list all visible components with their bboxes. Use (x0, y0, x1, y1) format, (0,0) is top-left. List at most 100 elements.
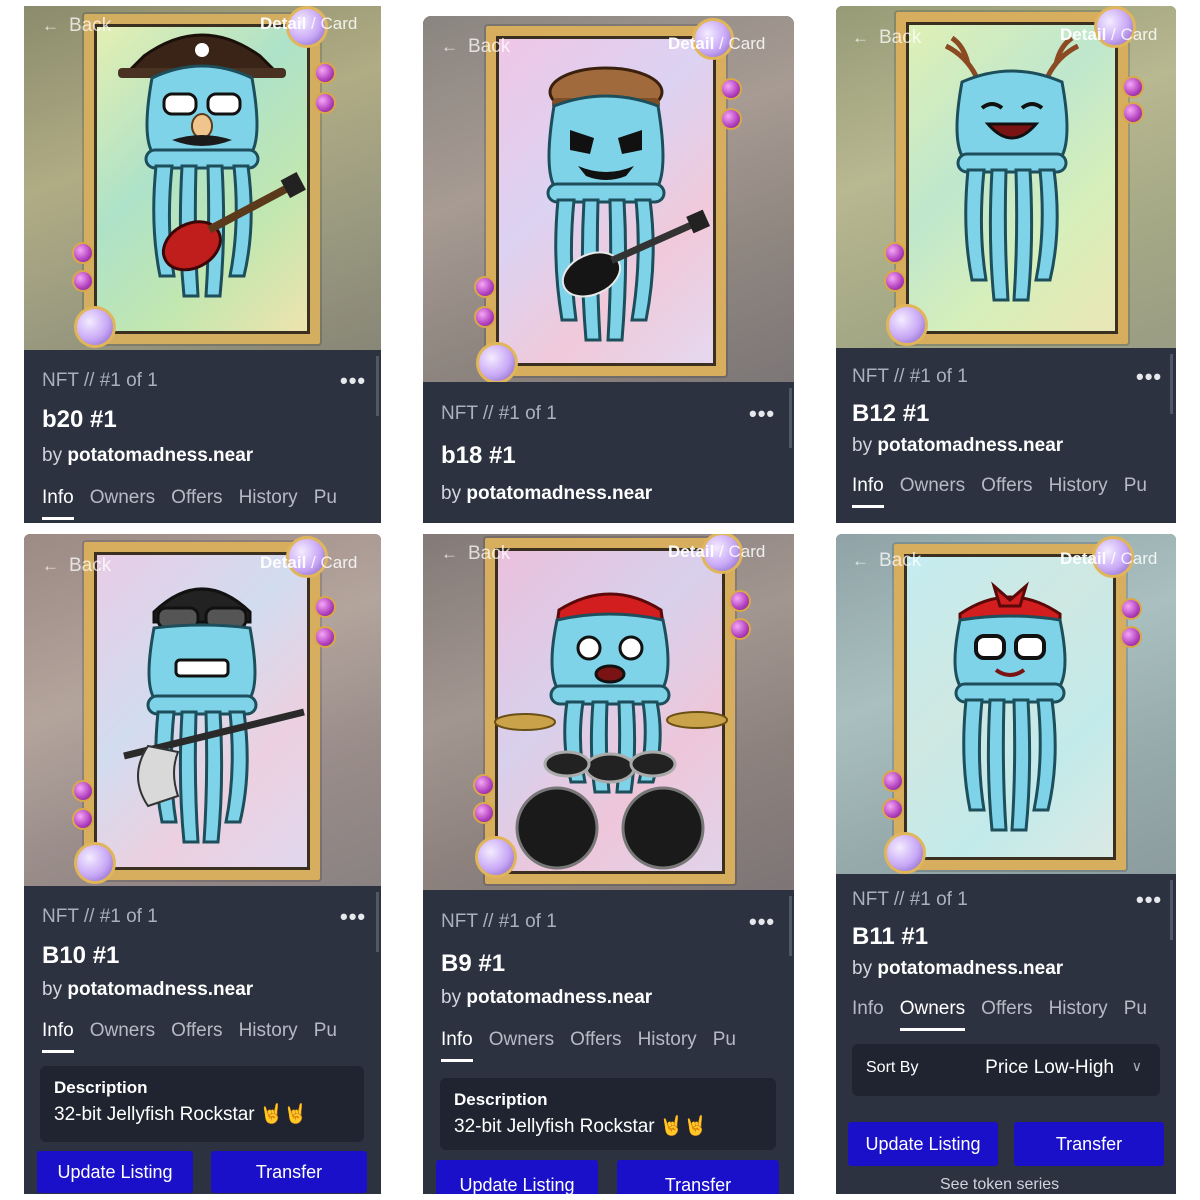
detail-card-toggle[interactable]: Detail / Card (668, 34, 765, 54)
card-option[interactable]: Card (1121, 549, 1158, 568)
tab-history[interactable]: History (1049, 998, 1108, 1031)
tab-owners[interactable]: Owners (90, 487, 155, 520)
tab-bar: Info Owners Offers History Pu (852, 998, 1147, 1031)
creator-link[interactable]: potatomadness.near (877, 958, 1063, 979)
card-option[interactable]: Card (1121, 25, 1158, 44)
detail-option[interactable]: Detail (668, 542, 714, 561)
tab-history[interactable]: History (638, 1029, 697, 1062)
scrollbar[interactable] (789, 388, 792, 448)
creator-link[interactable]: potatomadness.near (466, 987, 652, 1008)
nft-card-art (474, 18, 742, 384)
nft-info-section: NFT // #1 of 1 ••• B11 #1 by potatomadne… (836, 874, 1176, 1194)
nft-title: B11 #1 (852, 923, 929, 950)
tab-publication[interactable]: Pu (1124, 475, 1147, 508)
detail-card-toggle[interactable]: Detail / Card (260, 553, 357, 573)
detail-card-toggle[interactable]: Detail / Card (1060, 549, 1157, 569)
tab-offers[interactable]: Offers (171, 487, 222, 520)
more-options-icon[interactable]: ••• (1136, 887, 1162, 913)
nft-title: B10 #1 (42, 942, 120, 969)
tab-info[interactable]: Info (42, 1020, 74, 1053)
detail-option[interactable]: Detail (668, 34, 714, 53)
card-option[interactable]: Card (321, 553, 358, 572)
update-listing-button[interactable]: Update Listing (848, 1122, 998, 1166)
tab-offers[interactable]: Offers (981, 998, 1032, 1031)
nft-info-section: NFT // #1 of 1 ••• B10 #1 by potatomadne… (24, 886, 381, 1194)
tab-owners[interactable]: Owners (899, 998, 966, 1031)
see-token-series-link[interactable]: See token series (940, 1176, 1059, 1194)
nft-title: b18 #1 (441, 442, 516, 469)
arrow-left-icon: ← (852, 28, 869, 47)
back-button[interactable]: ← Back (852, 550, 921, 572)
tab-history[interactable]: History (239, 1020, 298, 1053)
detail-card-toggle[interactable]: Detail / Card (668, 542, 765, 562)
tab-publication[interactable]: Pu (1124, 998, 1147, 1031)
creator-link[interactable]: potatomadness.near (466, 483, 652, 504)
tab-offers[interactable]: Offers (981, 475, 1032, 508)
more-options-icon[interactable]: ••• (340, 904, 366, 930)
transfer-button[interactable]: Transfer (617, 1160, 779, 1194)
tab-bar: Info Owners Offers History Pu (852, 475, 1147, 508)
update-listing-button[interactable]: Update Listing (436, 1160, 598, 1194)
card-option[interactable]: Card (321, 14, 358, 33)
tab-offers[interactable]: Offers (570, 1029, 621, 1062)
creator-link[interactable]: potatomadness.near (67, 979, 253, 1000)
detail-option[interactable]: Detail (1060, 549, 1106, 568)
more-options-icon[interactable]: ••• (1136, 364, 1162, 390)
detail-option[interactable]: Detail (260, 553, 306, 572)
back-button[interactable]: ← Back (441, 543, 510, 565)
tab-info[interactable]: Info (42, 487, 74, 520)
creator-link[interactable]: potatomadness.near (877, 435, 1063, 456)
scrollbar[interactable] (1170, 354, 1173, 414)
sort-by-dropdown[interactable]: Sort By Price Low-High ∨ (852, 1044, 1160, 1096)
creator-link[interactable]: potatomadness.near (67, 445, 253, 466)
card-option[interactable]: Card (729, 34, 766, 53)
tab-info[interactable]: Info (441, 1029, 473, 1062)
tab-history[interactable]: History (1049, 475, 1108, 508)
detail-card-toggle[interactable]: Detail / Card (260, 14, 357, 34)
more-options-icon[interactable]: ••• (749, 401, 775, 427)
tab-info[interactable]: Info (852, 998, 884, 1031)
card-option[interactable]: Card (729, 542, 766, 561)
tab-info[interactable]: Info (852, 475, 884, 508)
nft-panel-b10: ← Back Detail / Card NFT // #1 of 1 ••• B… (24, 534, 381, 1194)
tab-publication[interactable]: Pu (713, 1029, 736, 1062)
tab-history[interactable]: History (239, 487, 298, 520)
creator-line: by potatomadness.near (852, 958, 1064, 979)
tab-publication[interactable]: Pu (314, 1020, 337, 1053)
edition-label: NFT // #1 of 1 (42, 370, 158, 391)
jellyfish-illustration (944, 35, 1080, 302)
more-options-icon[interactable]: ••• (340, 368, 366, 394)
more-options-icon[interactable]: ••• (749, 909, 775, 935)
detail-option[interactable]: Detail (260, 14, 306, 33)
detail-card-toggle[interactable]: Detail / Card (1060, 25, 1157, 45)
scrollbar[interactable] (376, 892, 379, 952)
back-button[interactable]: ← Back (42, 15, 111, 37)
back-button[interactable]: ← Back (441, 36, 510, 58)
back-button[interactable]: ← Back (852, 27, 921, 49)
nft-image-area: ← Back Detail / Card (836, 6, 1176, 348)
description-box: Description 32-bit Jellyfish Rockstar 🤘🤘 (40, 1066, 364, 1142)
tab-publication[interactable]: Pu (314, 487, 337, 520)
nft-image-area: ← Back Detail / Card (24, 6, 381, 350)
edition-label: NFT // #1 of 1 (441, 911, 557, 932)
back-button[interactable]: ← Back (42, 555, 111, 577)
creator-line: by potatomadness.near (42, 979, 254, 1000)
scrollbar[interactable] (1170, 880, 1173, 940)
scrollbar[interactable] (789, 896, 792, 956)
nft-title: b20 #1 (42, 406, 117, 433)
nft-info-section: NFT // #1 of 1 ••• B9 #1 by potatomadnes… (423, 890, 794, 1194)
scrollbar[interactable] (376, 356, 379, 416)
transfer-button[interactable]: Transfer (1014, 1122, 1164, 1166)
tab-owners[interactable]: Owners (489, 1029, 554, 1062)
nft-info-section: NFT // #1 of 1 ••• b20 #1 by potatomadne… (24, 350, 381, 523)
update-listing-button[interactable]: Update Listing (37, 1151, 193, 1193)
sort-by-value: Price Low-High (985, 1057, 1114, 1078)
tab-offers[interactable]: Offers (171, 1020, 222, 1053)
transfer-button[interactable]: Transfer (211, 1151, 367, 1193)
tab-owners[interactable]: Owners (90, 1020, 155, 1053)
nft-card-art (473, 534, 751, 884)
detail-option[interactable]: Detail (1060, 25, 1106, 44)
tab-bar: Info Owners Offers History Pu (42, 487, 337, 520)
edition-label: NFT // #1 of 1 (852, 366, 968, 387)
tab-owners[interactable]: Owners (900, 475, 965, 508)
